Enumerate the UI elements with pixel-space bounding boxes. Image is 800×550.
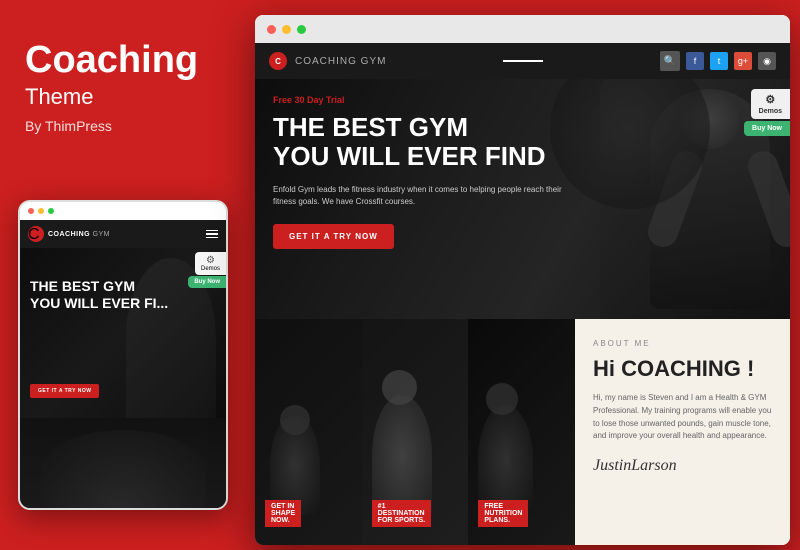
card2-label: #1DESTINATIONFOR SPORTS. <box>372 500 459 531</box>
mobile-cta-button[interactable]: GET IT A TRY NOW <box>30 384 99 398</box>
image-card-1: GET INSHAPENOW. <box>255 319 362 545</box>
mobile-top-bar <box>20 202 226 220</box>
mobile-dot-red <box>28 208 34 214</box>
hero-title: THE BEST GYM YOU WILL EVER FIND <box>273 113 772 170</box>
about-signature: JustinLarson <box>593 457 772 475</box>
image-card-3: FREENUTRITIONPLANS. <box>468 319 575 545</box>
hero-cta-button[interactable]: GET IT A TRY NOW <box>273 224 394 249</box>
mobile-nav-logo: C COACHING GYM <box>28 226 110 242</box>
mobile-dot-green <box>48 208 54 214</box>
mobile-mockup: C COACHING GYM THE BEST GYMYOU WILL EVER… <box>18 200 228 510</box>
nav-divider <box>503 60 543 62</box>
mobile-buy-button[interactable]: Buy Now <box>188 276 226 288</box>
twitter-icon[interactable]: t <box>710 52 728 70</box>
site-nav-left: C COACHING GYM <box>269 52 386 70</box>
card1-tag: GET INSHAPENOW. <box>265 500 301 527</box>
browser-top-bar <box>255 15 790 43</box>
site-nav-logo: COACHING GYM <box>295 56 386 67</box>
about-title: Hi COACHING ! <box>593 356 772 382</box>
card1-label: GET INSHAPENOW. <box>265 500 352 531</box>
site-nav: C COACHING GYM 🔍 f t g+ ◉ <box>255 43 790 79</box>
browser-dot-yellow <box>282 25 291 34</box>
search-icon[interactable]: 🔍 <box>660 51 680 71</box>
site-hero: Free 30 Day Trial THE BEST GYM YOU WILL … <box>255 79 790 319</box>
facebook-icon[interactable]: f <box>686 52 704 70</box>
site-logo-icon: C <box>269 52 287 70</box>
card3-person <box>478 405 533 515</box>
card2-person <box>372 395 432 515</box>
theme-title: Coaching <box>25 40 220 82</box>
card2-tag: #1DESTINATIONFOR SPORTS. <box>372 500 431 527</box>
trial-badge: Free 30 Day Trial <box>273 95 772 105</box>
card3-label: FREENUTRITIONPLANS. <box>478 500 565 531</box>
mobile-nav: C COACHING GYM <box>20 220 226 248</box>
mobile-logo-icon: C <box>28 226 44 242</box>
mobile-dot-yellow <box>38 208 44 214</box>
card2-person-head <box>382 370 417 405</box>
mobile-hero-text: THE BEST GYMYOU WILL EVER FI... <box>30 278 168 312</box>
about-text: Hi, my name is Steven and I am a Health … <box>593 392 772 443</box>
mobile-lower <box>20 418 226 510</box>
browser-mockup: C COACHING GYM 🔍 f t g+ ◉ <box>255 15 790 545</box>
mobile-hero: THE BEST GYMYOU WILL EVER FI... GET IT A… <box>20 248 226 418</box>
mobile-hamburger-icon <box>206 230 218 239</box>
site-hero-content: Free 30 Day Trial THE BEST GYM YOU WILL … <box>255 79 790 265</box>
card1-person-head <box>280 405 310 435</box>
more-social-icon[interactable]: ◉ <box>758 52 776 70</box>
site-buy-button[interactable]: Buy Now <box>744 121 790 136</box>
mobile-demos-button[interactable]: ⚙ Demos <box>195 252 226 275</box>
browser-content: C COACHING GYM 🔍 f t g+ ◉ <box>255 43 790 545</box>
card3-tag: FREENUTRITIONPLANS. <box>478 500 528 527</box>
mobile-nav-text: COACHING GYM <box>48 231 110 238</box>
site-nav-right: 🔍 f t g+ ◉ <box>660 51 776 71</box>
hero-description: Enfold Gym leads the fitness industry wh… <box>273 184 583 208</box>
site-demos-button[interactable]: ⚙ Demos <box>751 89 790 119</box>
browser-dot-red <box>267 25 276 34</box>
image-card-2: #1DESTINATIONFOR SPORTS. <box>362 319 469 545</box>
site-bottom: GET INSHAPENOW. #1DESTINATIONFOR SPORTS. <box>255 319 790 545</box>
browser-dot-green <box>297 25 306 34</box>
about-tag: ABOUT ME <box>593 339 772 348</box>
left-panel: Coaching Theme By ThimPress C COACHING G… <box>0 0 245 550</box>
theme-subtitle: Theme <box>25 84 220 110</box>
googleplus-icon[interactable]: g+ <box>734 52 752 70</box>
mobile-person-lower <box>41 430 206 510</box>
image-cards: GET INSHAPENOW. #1DESTINATIONFOR SPORTS. <box>255 319 575 545</box>
about-panel: ABOUT ME Hi COACHING ! Hi, my name is St… <box>575 319 790 545</box>
theme-by: By ThimPress <box>25 118 220 134</box>
